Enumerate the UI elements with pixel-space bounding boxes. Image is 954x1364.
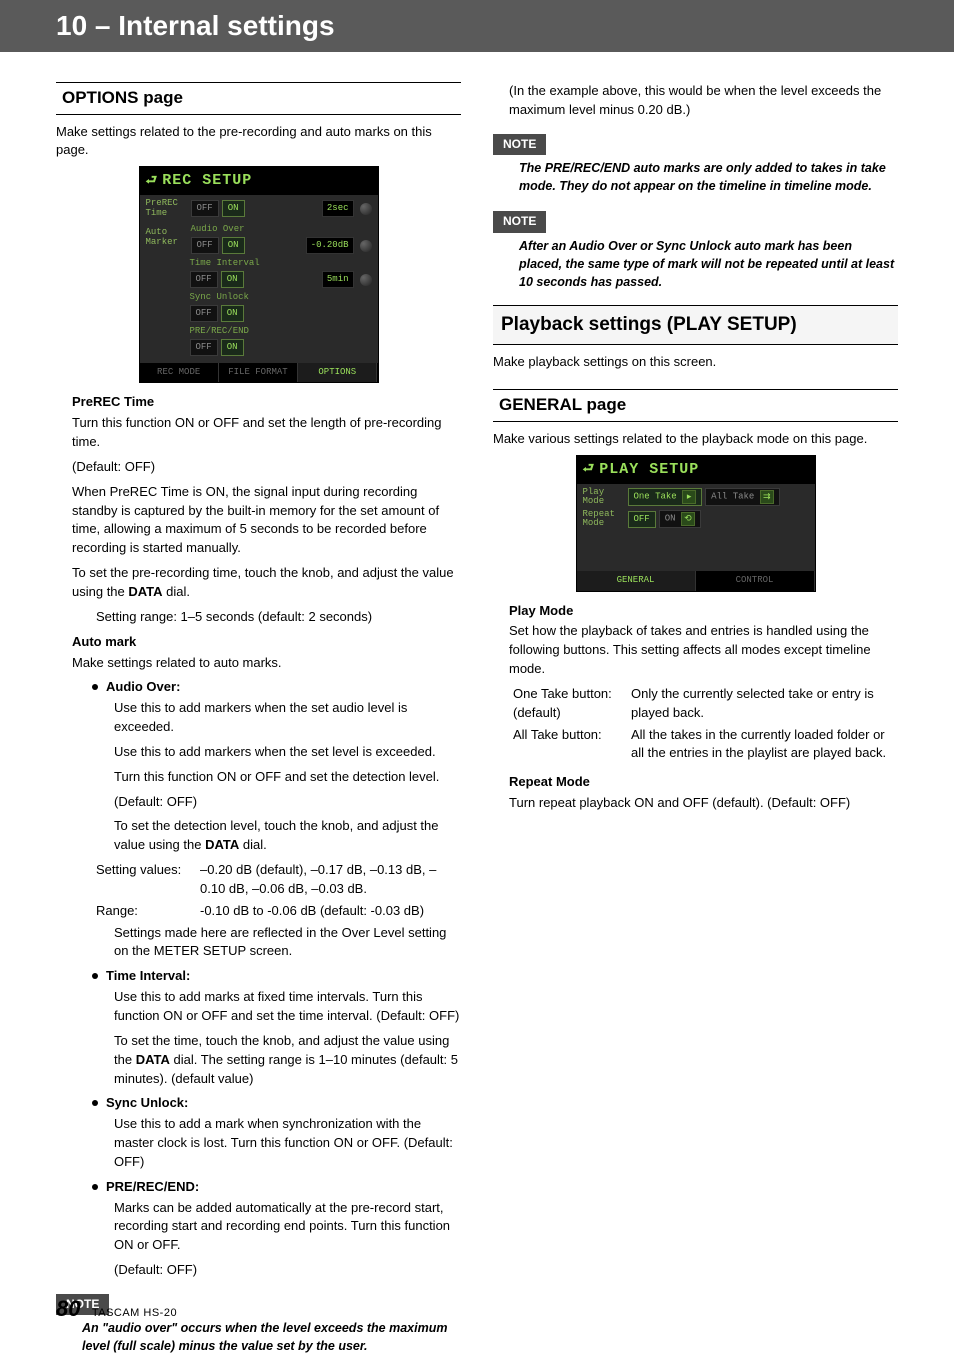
body-text: Use this to add markers when the set lev… xyxy=(114,743,461,762)
audioover-on-button[interactable]: ON xyxy=(222,237,245,254)
bullet-item: Time Interval: xyxy=(92,967,461,986)
note-tag: NOTE xyxy=(493,134,546,155)
playback-settings-heading: Playback settings (PLAY SETUP) xyxy=(493,305,898,345)
bullet-icon xyxy=(92,684,98,690)
tab-general[interactable]: GENERAL xyxy=(577,571,696,590)
note-body: An "audio over" occurs when the level ex… xyxy=(82,1319,461,1355)
bullet-icon xyxy=(92,973,98,979)
options-intro: Make settings related to the pre-recordi… xyxy=(56,123,461,161)
body-text: Set how the playback of takes and entrie… xyxy=(509,622,898,679)
body-text: Setting range: 1–5 seconds (default: 2 s… xyxy=(96,608,461,627)
body-text: Make various settings related to the pla… xyxy=(493,430,898,449)
syncunlock-off-button[interactable]: OFF xyxy=(190,305,218,322)
repeat-mode-label: Repeat Mode xyxy=(509,773,898,792)
back-arrow-icon: ⮐ xyxy=(146,172,159,191)
body-text: Marks can be added automatically at the … xyxy=(114,1199,461,1256)
options-page-heading: OPTIONS page xyxy=(56,82,461,115)
bullet-icon xyxy=(92,1100,98,1106)
audioover-off-button[interactable]: OFF xyxy=(191,237,219,254)
note-body: The PRE/REC/END auto marks are only adde… xyxy=(519,159,898,195)
repeat-off-button[interactable]: OFF xyxy=(628,511,656,528)
body-text: Make settings related to auto marks. xyxy=(72,654,461,673)
rec-setup-screenshot: ⮐REC SETUP PreREC Time OFF ON 2sec Auto … xyxy=(139,166,379,383)
knob-icon[interactable] xyxy=(360,274,372,286)
prerecend-on-button[interactable]: ON xyxy=(221,339,244,356)
prerec-time-label: PreREC Time xyxy=(72,393,461,412)
timeint-on-button[interactable]: ON xyxy=(221,271,244,288)
one-take-button[interactable]: One Take ▸ xyxy=(628,488,703,506)
chapter-header: 10 – Internal settings xyxy=(0,0,954,52)
kv-row: All Take button: All the takes in the cu… xyxy=(513,726,898,764)
bullet-icon xyxy=(92,1184,98,1190)
tab-file-format[interactable]: FILE FORMAT xyxy=(219,363,298,382)
body-text: (Default: OFF) xyxy=(72,458,461,477)
body-text: Turn this function ON or OFF and set the… xyxy=(72,414,461,452)
tab-control[interactable]: CONTROL xyxy=(696,571,815,590)
body-text: Make playback settings on this screen. xyxy=(493,353,898,372)
general-page-heading: GENERAL page xyxy=(493,389,898,422)
play-mode-label: Play Mode xyxy=(509,602,898,621)
repeat-icon: ⟲ xyxy=(681,512,695,526)
kv-row: Range:-0.10 dB to -0.06 dB (default: -0.… xyxy=(96,902,461,921)
audioover-value[interactable]: -0.20dB xyxy=(306,237,354,254)
timeint-off-button[interactable]: OFF xyxy=(190,271,218,288)
all-take-icon: ⇉ xyxy=(760,490,774,504)
prerec-off-button[interactable]: OFF xyxy=(191,200,219,217)
body-text: To set the time, touch the knob, and adj… xyxy=(114,1032,461,1089)
body-text: (Default: OFF) xyxy=(114,793,461,812)
tab-rec-mode[interactable]: REC MODE xyxy=(140,363,219,382)
body-text: Settings made here are reflected in the … xyxy=(114,924,461,962)
prerec-on-button[interactable]: ON xyxy=(222,200,245,217)
one-take-icon: ▸ xyxy=(682,490,696,504)
content-columns: OPTIONS page Make settings related to th… xyxy=(0,52,954,1364)
body-text: Use this to add marks at fixed time inte… xyxy=(114,988,461,1026)
page-footer: 80 TASCAM HS-20 xyxy=(56,1296,177,1322)
bullet-item: Audio Over: xyxy=(92,678,461,697)
all-take-button[interactable]: All Take ⇉ xyxy=(705,488,780,506)
body-text: To set the pre-recording time, touch the… xyxy=(72,564,461,602)
note-body: After an Audio Over or Sync Unlock auto … xyxy=(519,237,898,291)
kv-row: One Take button: (default) Only the curr… xyxy=(513,685,898,723)
knob-icon[interactable] xyxy=(360,203,372,215)
knob-icon[interactable] xyxy=(360,240,372,252)
timeint-value[interactable]: 5min xyxy=(322,271,354,288)
body-text: (In the example above, this would be whe… xyxy=(509,82,898,120)
auto-mark-label: Auto mark xyxy=(72,633,461,652)
repeat-on-button[interactable]: ON ⟲ xyxy=(659,510,701,528)
model-name: TASCAM HS-20 xyxy=(92,1307,177,1319)
body-text: Use this to add markers when the set aud… xyxy=(114,699,461,737)
body-text: Use this to add a mark when synchronizat… xyxy=(114,1115,461,1172)
prerec-value[interactable]: 2sec xyxy=(322,200,354,217)
body-text: Turn repeat playback ON and OFF (default… xyxy=(509,794,898,813)
prerecend-off-button[interactable]: OFF xyxy=(190,339,218,356)
body-text: When PreREC Time is ON, the signal input… xyxy=(72,483,461,558)
body-text: Turn this function ON or OFF and set the… xyxy=(114,768,461,787)
bullet-item: Sync Unlock: xyxy=(92,1094,461,1113)
tab-options[interactable]: OPTIONS xyxy=(298,363,377,382)
body-text: To set the detection level, touch the kn… xyxy=(114,817,461,855)
back-arrow-icon: ⮐ xyxy=(583,460,596,479)
note-tag: NOTE xyxy=(493,211,546,232)
syncunlock-on-button[interactable]: ON xyxy=(221,305,244,322)
right-column: (In the example above, this would be whe… xyxy=(493,82,898,1364)
kv-row: Setting values:–0.20 dB (default), –0.17… xyxy=(96,861,461,899)
left-column: OPTIONS page Make settings related to th… xyxy=(56,82,461,1364)
bullet-item: PRE/REC/END: xyxy=(92,1178,461,1197)
page-number: 80 xyxy=(56,1296,80,1321)
body-text: (Default: OFF) xyxy=(114,1261,461,1280)
chapter-title: 10 – Internal settings xyxy=(56,10,335,42)
play-setup-screenshot: ⮐PLAY SETUP Play Mode One Take ▸ All Tak… xyxy=(576,455,816,592)
